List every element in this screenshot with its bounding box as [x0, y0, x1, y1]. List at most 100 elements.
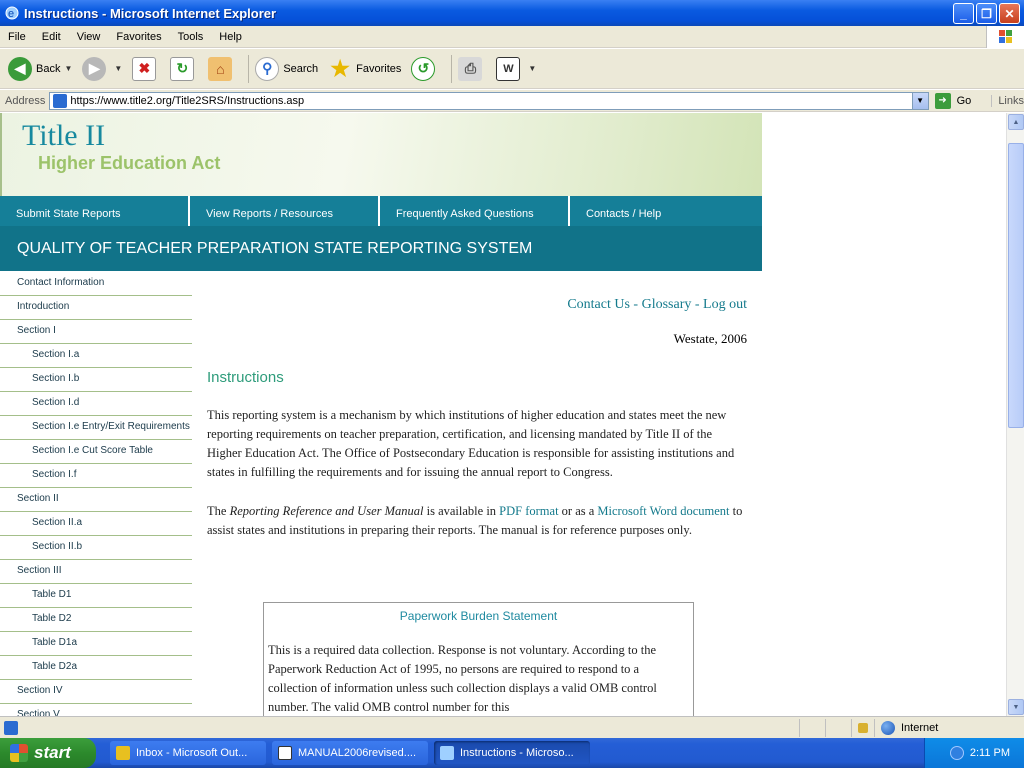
sidebar-item-section-ii[interactable]: Section II [0, 488, 192, 512]
manual-paragraph: The Reporting Reference and User Manual … [207, 502, 747, 540]
close-button[interactable]: ✕ [999, 3, 1020, 24]
status-cell [825, 718, 851, 737]
maximize-button[interactable]: ❐ [976, 3, 997, 24]
network-icon[interactable] [949, 746, 964, 760]
task-label: MANUAL2006revised.... [298, 747, 416, 759]
sidebar-item-section-ie-entry-exit[interactable]: Section I.e Entry/Exit Requirements [0, 416, 192, 440]
sidebar-item-contact-information[interactable]: Contact Information [0, 272, 192, 296]
menu-edit[interactable]: Edit [34, 31, 69, 43]
site-nav: Submit State Reports View Reports / Reso… [0, 196, 762, 226]
menu-tools[interactable]: Tools [170, 31, 212, 43]
back-button[interactable]: ◀ Back ▼ [6, 53, 74, 85]
system-title: QUALITY OF TEACHER PREPARATION STATE REP… [0, 226, 762, 271]
go-button[interactable]: ➜ Go [934, 92, 971, 109]
forward-button[interactable]: ▶ ▼ [80, 53, 124, 85]
intro-paragraph: This reporting system is a mechanism by … [207, 408, 735, 479]
sidebar-item-section-ia[interactable]: Section I.a [0, 344, 192, 368]
sidebar-item-section-ie-cut-score[interactable]: Section I.e Cut Score Table [0, 440, 192, 464]
manual-text: or as a [558, 504, 598, 518]
windows-logo-icon [986, 26, 1024, 48]
pdf-link[interactable]: PDF format [499, 504, 558, 518]
sidebar-item-section-iv[interactable]: Section IV [0, 680, 192, 704]
sidebar-item-introduction[interactable]: Introduction [0, 296, 192, 320]
task-outlook[interactable]: Inbox - Microsoft Out... [110, 741, 266, 765]
paperwork-box: Paperwork Burden Statement This is a req… [263, 602, 694, 716]
menu-help[interactable]: Help [211, 31, 250, 43]
print-button[interactable]: ⎙ [456, 53, 488, 85]
chevron-down-icon[interactable]: ▼ [114, 64, 122, 73]
address-bar: Address https://www.title2.org/Title2SRS… [0, 90, 1024, 112]
link-separator: - [691, 297, 704, 312]
search-button[interactable]: ⚲ Search [253, 53, 320, 85]
contact-us-link[interactable]: Contact Us [567, 297, 630, 312]
address-url[interactable]: https://www.title2.org/Title2SRS/Instruc… [70, 95, 304, 107]
paperwork-title: Paperwork Burden Statement [399, 609, 558, 623]
chevron-down-icon[interactable]: ▼ [911, 92, 928, 109]
system-tray: 2:11 PM [924, 738, 1024, 768]
globe-icon [881, 720, 895, 735]
refresh-button[interactable]: ↻ [168, 53, 200, 85]
links-button[interactable]: Links [991, 94, 1024, 107]
sidebar-item-section-iib[interactable]: Section II.b [0, 536, 192, 560]
sidebar-item-table-d2a[interactable]: Table D2a [0, 656, 192, 680]
glossary-link[interactable]: Glossary [642, 297, 692, 312]
address-input[interactable]: https://www.title2.org/Title2SRS/Instruc… [49, 91, 929, 110]
stop-button[interactable]: ✖ [130, 53, 162, 85]
menu-view[interactable]: View [69, 31, 109, 43]
security-cell [851, 718, 874, 737]
history-button[interactable]: ↺ [409, 53, 441, 85]
printer-icon: ⎙ [458, 56, 483, 81]
nav-contacts-help[interactable]: Contacts / Help [570, 196, 760, 226]
word-link[interactable]: Microsoft Word document [597, 504, 729, 518]
menu-file[interactable]: File [0, 31, 34, 43]
sidebar-item-section-iii[interactable]: Section III [0, 560, 192, 584]
site-title: Title II [22, 119, 106, 152]
scroll-thumb[interactable] [1008, 143, 1024, 428]
back-arrow-icon: ◀ [8, 56, 32, 81]
nav-view-reports[interactable]: View Reports / Resources [190, 196, 380, 226]
taskbar: start Inbox - Microsoft Out... MANUAL200… [0, 738, 1024, 768]
vertical-scrollbar[interactable]: ▲ ▼ [1006, 113, 1024, 716]
word-icon: W [496, 56, 521, 81]
scroll-up-arrow[interactable]: ▲ [1008, 114, 1024, 130]
favorites-label: Favorites [356, 62, 402, 75]
logout-link[interactable]: Log out [703, 297, 747, 312]
history-icon: ↺ [411, 56, 436, 81]
edit-word-button[interactable]: W ▼ [494, 53, 538, 85]
sidebar-item-section-ib[interactable]: Section I.b [0, 368, 192, 392]
clock: 2:11 PM [969, 747, 1010, 759]
start-label: start [34, 743, 71, 762]
start-button[interactable]: start [0, 738, 96, 768]
sidebar-item-section-id[interactable]: Section I.d [0, 392, 192, 416]
manual-text: The [207, 504, 230, 518]
sidebar-item-section-iia[interactable]: Section II.a [0, 512, 192, 536]
lock-icon [858, 722, 868, 733]
window-titlebar[interactable]: e Instructions - Microsoft Internet Expl… [0, 0, 1024, 26]
state-year: Westate, 2006 [673, 331, 747, 346]
sidebar: Contact Information Introduction Section… [0, 272, 192, 716]
ie-icon: e [5, 6, 19, 20]
scroll-down-arrow[interactable]: ▼ [1008, 699, 1024, 715]
task-word[interactable]: MANUAL2006revised.... [272, 741, 428, 765]
chevron-down-icon[interactable]: ▼ [528, 64, 536, 73]
sidebar-item-section-i[interactable]: Section I [0, 320, 192, 344]
menu-favorites[interactable]: Favorites [108, 31, 169, 43]
task-ie[interactable]: Instructions - Microso... [434, 741, 590, 765]
outlook-icon [116, 746, 130, 760]
sidebar-item-table-d1[interactable]: Table D1 [0, 584, 192, 608]
toolbar-separator [248, 54, 250, 83]
sidebar-item-section-if[interactable]: Section I.f [0, 464, 192, 488]
link-separator: - [629, 297, 642, 312]
sidebar-item-table-d2[interactable]: Table D2 [0, 608, 192, 632]
favorites-button[interactable]: ★ Favorites [326, 53, 403, 85]
sidebar-item-table-d1a[interactable]: Table D1a [0, 632, 192, 656]
nav-faq[interactable]: Frequently Asked Questions [380, 196, 570, 226]
nav-submit-state-reports[interactable]: Submit State Reports [0, 196, 190, 226]
manual-title: Reporting Reference and User Manual [229, 504, 424, 518]
minimize-button[interactable]: _ [953, 3, 974, 24]
chevron-down-icon[interactable]: ▼ [64, 64, 72, 73]
go-arrow-icon: ➜ [934, 92, 951, 109]
home-button[interactable]: ⌂ [206, 53, 238, 85]
page-viewport: Title II Higher Education Act Submit Sta… [0, 113, 1006, 716]
sidebar-item-section-v[interactable]: Section V [0, 704, 192, 716]
